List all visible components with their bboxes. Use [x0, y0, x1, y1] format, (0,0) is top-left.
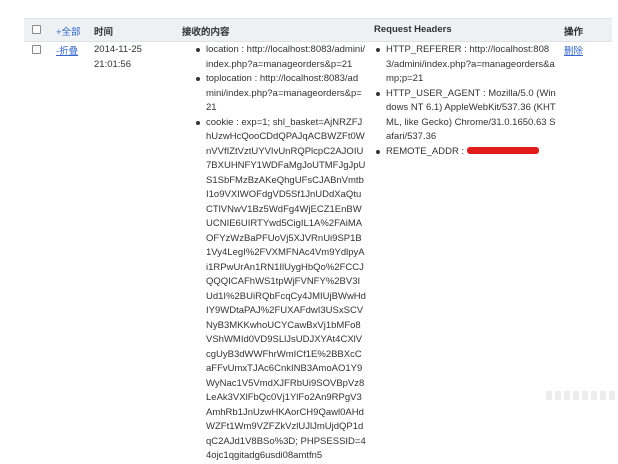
actions-column-header: 操作	[564, 27, 584, 38]
table-row: -折叠 2014-11-25 21:01:56 location : http:…	[24, 40, 612, 461]
table-header: +全部 时间 接收的内容 Request Headers 操作	[24, 18, 612, 42]
header-item-referer: HTTP_REFERER : http://localhost:8083/adm…	[374, 43, 556, 87]
select-all-checkbox[interactable]	[32, 25, 41, 34]
results-table: +全部 时间 接收的内容 Request Headers 操作 -折叠 2014…	[0, 0, 618, 461]
watermark	[546, 391, 616, 400]
collapse-link[interactable]: -折叠	[56, 43, 78, 57]
content-item-toplocation: toplocation : http://localhost:8083/admi…	[194, 72, 366, 116]
header-item-user-agent: HTTP_USER_AGENT : Mozilla/5.0 (Windows N…	[374, 87, 556, 145]
header-item-remote-addr: REMOTE_ADDR :	[374, 145, 556, 160]
received-content: location : http://localhost:8083/admini/…	[194, 43, 366, 464]
content-item-cookie: cookie : exp=1; shl_basket=AjNRZFJhUzwHc…	[194, 116, 366, 464]
row-checkbox[interactable]	[32, 45, 41, 54]
content-column-header: 接收的内容	[182, 27, 230, 38]
request-headers-column-header: Request Headers	[374, 24, 452, 35]
time-column-header: 时间	[94, 27, 114, 38]
timestamp: 2014-11-25 21:01:56	[94, 42, 142, 72]
content-item-location: location : http://localhost:8083/admini/…	[194, 43, 366, 72]
redaction-mark	[467, 147, 540, 155]
timestamp-time: 21:01:56	[94, 59, 131, 70]
expand-all-link[interactable]: +全部	[56, 24, 81, 38]
delete-link[interactable]: 删除	[564, 43, 583, 57]
timestamp-date: 2014-11-25	[94, 44, 142, 55]
request-headers: HTTP_REFERER : http://localhost:8083/adm…	[374, 43, 556, 159]
